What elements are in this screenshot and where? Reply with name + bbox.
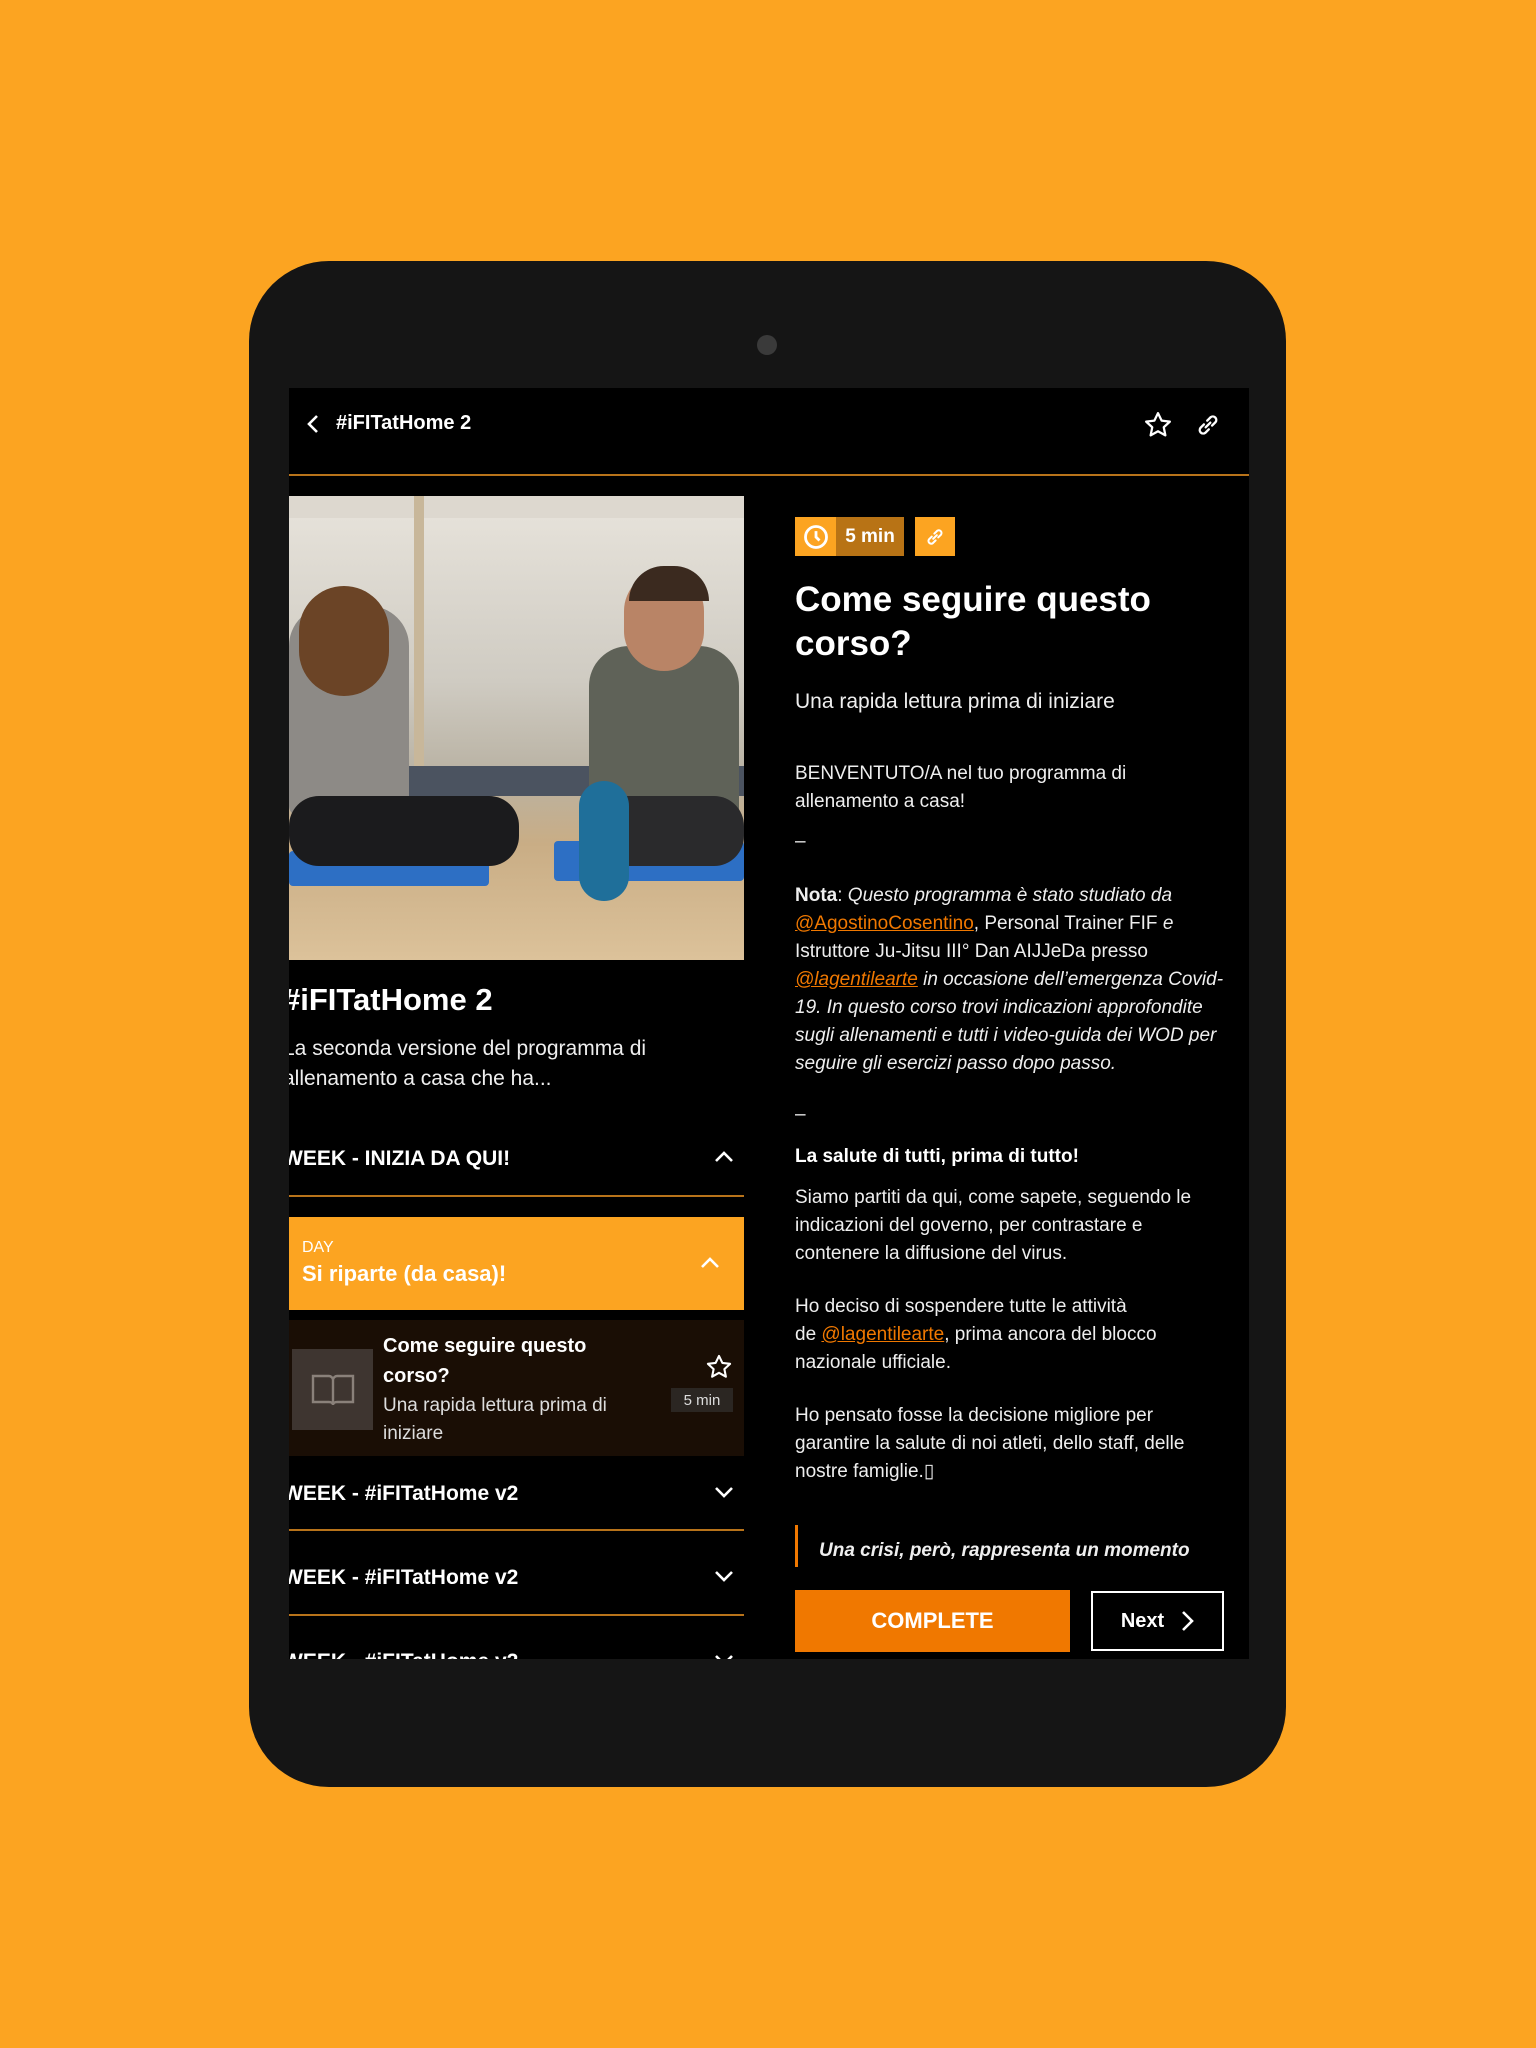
body-text: de bbox=[795, 1324, 822, 1345]
body-text: nostre famiglie.▯ bbox=[795, 1461, 935, 1482]
link-icon bbox=[927, 528, 943, 545]
duration-badge: 5 min bbox=[671, 1388, 733, 1412]
week-label: WEEK - #iFITatHome v2 bbox=[289, 1482, 519, 1505]
week-accordion-2[interactable]: WEEK - #iFITatHome v2 bbox=[289, 1476, 744, 1512]
week-accordion-3[interactable]: WEEK - #iFITatHome v2 bbox=[289, 1560, 744, 1596]
lesson-subtitle: iniziare bbox=[383, 1423, 444, 1444]
divider bbox=[289, 1614, 744, 1616]
divider bbox=[289, 1195, 744, 1197]
course-outline: #iFITatHome 2 La seconda versione del pr… bbox=[289, 388, 744, 1659]
lesson-title: Come seguire questo bbox=[383, 1335, 587, 1357]
week-label: WEEK - #iFITatHome v2 bbox=[289, 1650, 518, 1659]
next-button[interactable]: Next bbox=[1091, 1591, 1224, 1651]
link-icon bbox=[1198, 415, 1218, 435]
copy-link-button[interactable] bbox=[915, 517, 955, 556]
star-icon[interactable] bbox=[705, 1353, 733, 1381]
body-text: garantire la salute di noi atleti, dello… bbox=[795, 1433, 1185, 1454]
lesson-title: corso? bbox=[383, 1365, 450, 1387]
day-kicker: DAY bbox=[302, 1239, 334, 1256]
author-link[interactable]: @AgostinoCosentino bbox=[795, 913, 974, 934]
body-text: allenamento a casa! bbox=[795, 791, 966, 812]
chevron-up-icon bbox=[701, 1257, 719, 1268]
chevron-up-icon bbox=[715, 1151, 733, 1162]
body-text: nazionale ufficiale. bbox=[795, 1352, 951, 1373]
body-text: BENVENTUTO/A nel tuo programma di bbox=[795, 763, 1127, 784]
course-description: La seconda versione del programma di bbox=[289, 1037, 647, 1060]
next-label: Next bbox=[1120, 1609, 1165, 1632]
body-text: , Personal Trainer FIF bbox=[973, 913, 1163, 934]
separator: – bbox=[795, 831, 806, 852]
course-description: allenamento a casa che ha... bbox=[289, 1067, 552, 1090]
body-text: Ho deciso di sospendere tutte le attivit… bbox=[795, 1296, 1127, 1317]
body-text: Questo programma è stato studiato da bbox=[847, 885, 1173, 906]
lagentilearte-link[interactable]: @lagentilearte bbox=[795, 969, 918, 990]
body-text: e bbox=[1162, 913, 1174, 934]
nota-label: Nota bbox=[795, 885, 838, 906]
body-text: 19. In questo corso trovi indicazioni ap… bbox=[795, 997, 1203, 1018]
chevron-down-icon bbox=[715, 1655, 733, 1659]
camera bbox=[757, 335, 777, 355]
divider bbox=[289, 1529, 744, 1531]
week-accordion-4[interactable]: WEEK - #iFITatHome v2 bbox=[289, 1644, 744, 1659]
lesson-title: corso? bbox=[795, 624, 912, 663]
book-open-icon bbox=[311, 1374, 354, 1405]
body-text: in occasione dell’emergenza Covid- bbox=[917, 969, 1224, 990]
chevron-down-icon bbox=[715, 1487, 733, 1498]
body-text: Siamo partiti da qui, come sapete, segue… bbox=[795, 1187, 1192, 1208]
body-text: contenere la diffusione del virus. bbox=[795, 1243, 1068, 1264]
clock-icon bbox=[803, 524, 828, 549]
body-text: Istruttore Ju-Jitsu III° Dan AIJJeDa pre… bbox=[795, 941, 1148, 962]
blockquote-bar bbox=[795, 1525, 798, 1567]
favorite-button[interactable] bbox=[1141, 408, 1175, 442]
course-title: #iFITatHome 2 bbox=[289, 982, 493, 1017]
star-icon bbox=[1145, 412, 1171, 437]
lesson-title: Come seguire questo bbox=[795, 580, 1151, 619]
lesson-item[interactable]: Come seguire questo corso? Una rapida le… bbox=[289, 1320, 744, 1456]
blockquote: Una crisi, però, rappresenta un momento bbox=[819, 1540, 1190, 1561]
body-text: seguire gli esercizi passo dopo passo. bbox=[795, 1053, 1117, 1074]
lesson-subtitle: Una rapida lettura prima di bbox=[383, 1395, 607, 1416]
week-label: WEEK - INIZIA DA QUI! bbox=[289, 1147, 511, 1170]
week-accordion-1[interactable]: WEEK - INIZIA DA QUI! bbox=[289, 1141, 744, 1177]
body-text: sugli allenamenti e tutti i video-guida … bbox=[795, 1025, 1217, 1046]
clock-badge bbox=[795, 517, 836, 556]
lesson-subtitle: Una rapida lettura prima di iniziare bbox=[795, 690, 1115, 713]
chevron-down-icon bbox=[715, 1571, 733, 1582]
duration-label: 5 min bbox=[836, 517, 904, 556]
section-heading: La salute di tutti, prima di tutto! bbox=[795, 1146, 1079, 1167]
week-label: WEEK - #iFITatHome v2 bbox=[289, 1566, 519, 1589]
body-text: , prima ancora del blocco bbox=[944, 1324, 1157, 1345]
chevron-right-icon bbox=[1182, 1611, 1195, 1631]
body-text: Ho pensato fosse la decisione migliore p… bbox=[795, 1405, 1154, 1426]
share-link-button[interactable] bbox=[1191, 408, 1225, 442]
day-title: Si riparte (da casa)! bbox=[302, 1261, 507, 1286]
app-screen: #iFITatHome 2 #iFITatHome 2 La seconda v… bbox=[289, 388, 1249, 1659]
day-accordion[interactable]: DAY Si riparte (da casa)! bbox=[289, 1217, 744, 1310]
complete-button[interactable]: COMPLETE bbox=[795, 1590, 1070, 1652]
body-text: indicazioni del governo, per contrastare… bbox=[795, 1215, 1143, 1236]
lesson-thumbnail bbox=[292, 1349, 373, 1430]
separator: – bbox=[795, 1104, 806, 1125]
lagentilearte-link[interactable]: @lagentilearte bbox=[821, 1324, 944, 1345]
